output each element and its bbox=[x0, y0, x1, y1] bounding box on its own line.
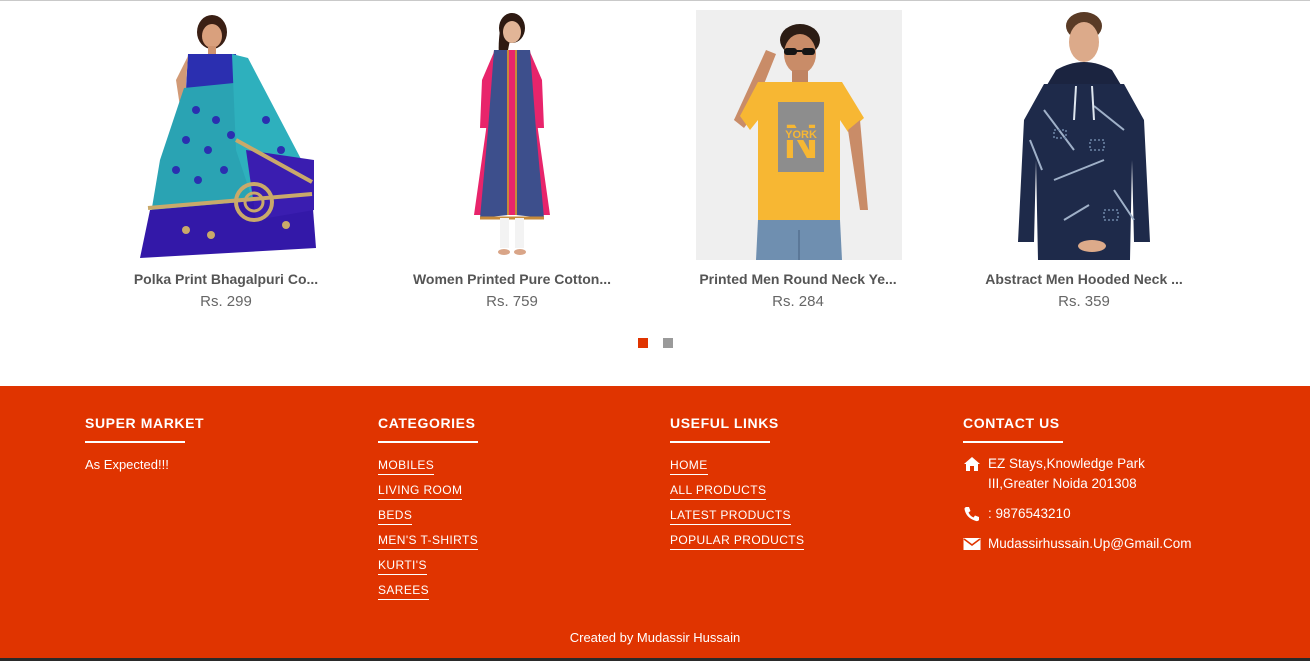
product-card[interactable]: Women Printed Pure Cotton... Rs. 759 bbox=[369, 0, 655, 320]
category-link-beds[interactable]: BEDS bbox=[378, 507, 413, 525]
category-link-mobiles[interactable]: MOBILES bbox=[378, 457, 435, 475]
address-line-1: EZ Stays,Knowledge Park bbox=[988, 456, 1145, 471]
phone-number[interactable]: : 9876543210 bbox=[988, 504, 1263, 524]
category-link-living-room[interactable]: LIVING ROOM bbox=[378, 482, 463, 500]
category-link-mens-tshirts[interactable]: MEN'S T-SHIRTS bbox=[378, 532, 479, 550]
product-card[interactable]: Polka Print Bhagalpuri Co... Rs. 299 bbox=[83, 0, 369, 320]
contact-address: EZ Stays,Knowledge Park III,Greater Noid… bbox=[963, 454, 1263, 494]
footer-contact-column: CONTACT US EZ Stays,Knowledge Park III,G… bbox=[963, 414, 1263, 554]
yellow-tshirt-image[interactable]: N YORK bbox=[696, 10, 902, 260]
link-latest-products[interactable]: LATEST PRODUCTS bbox=[670, 507, 791, 525]
product-carousel: Polka Print Bhagalpuri Co... Rs. 299 Wom… bbox=[0, 0, 1310, 386]
carousel-dot-active[interactable] bbox=[638, 338, 648, 348]
carousel-dot[interactable] bbox=[663, 338, 673, 348]
footer-contact-title: CONTACT US bbox=[963, 415, 1060, 431]
product-price: Rs. 759 bbox=[486, 293, 538, 310]
product-price: Rs. 284 bbox=[772, 293, 824, 310]
hooded-tshirt-image[interactable] bbox=[994, 10, 1174, 260]
footer-categories-column: CATEGORIES MOBILES LIVING ROOM BEDS MEN'… bbox=[378, 414, 658, 606]
product-name[interactable]: Abstract Men Hooded Neck ... bbox=[941, 270, 1227, 288]
footer-useful-links-column: USEFUL LINKS HOME ALL PRODUCTS LATEST PR… bbox=[670, 414, 950, 556]
svg-text:N: N bbox=[784, 116, 819, 169]
envelope-icon bbox=[963, 538, 981, 550]
contact-email: Mudassirhussain.Up@Gmail.Com bbox=[963, 534, 1263, 554]
footer-useful-links-title: USEFUL LINKS bbox=[670, 415, 779, 431]
category-link-kurtis[interactable]: KURTI'S bbox=[378, 557, 427, 575]
footer-brand-title: SUPER MARKET bbox=[85, 415, 205, 431]
heading-underline bbox=[670, 441, 770, 443]
carousel-pagination bbox=[638, 335, 688, 348]
page: Polka Print Bhagalpuri Co... Rs. 299 Wom… bbox=[0, 0, 1310, 661]
category-link-sarees[interactable]: SAREES bbox=[378, 582, 430, 600]
phone-icon bbox=[964, 507, 979, 522]
link-home[interactable]: HOME bbox=[670, 457, 708, 475]
link-all-products[interactable]: ALL PRODUCTS bbox=[670, 482, 767, 500]
footer-categories-title: CATEGORIES bbox=[378, 415, 476, 431]
footer-tagline: As Expected!!! bbox=[85, 457, 169, 472]
product-name[interactable]: Printed Men Round Neck Ye... bbox=[655, 270, 941, 288]
home-icon bbox=[964, 457, 980, 471]
link-popular-products[interactable]: POPULAR PRODUCTS bbox=[670, 532, 805, 550]
footer-credit: Created by Mudassir Hussain bbox=[569, 630, 741, 645]
useful-links-list: HOME ALL PRODUCTS LATEST PRODUCTS POPULA… bbox=[670, 456, 950, 556]
categories-list: MOBILES LIVING ROOM BEDS MEN'S T-SHIRTS … bbox=[378, 456, 658, 606]
address-line-2: III,Greater Noida 201308 bbox=[988, 476, 1137, 491]
footer-brand-column: SUPER MARKET As Expected!!! bbox=[85, 414, 365, 473]
contact-phone: : 9876543210 bbox=[963, 504, 1263, 524]
heading-underline bbox=[85, 441, 185, 443]
tshirt-print-text: YORK bbox=[785, 129, 817, 141]
heading-underline bbox=[963, 441, 1063, 443]
heading-underline bbox=[378, 441, 478, 443]
product-price: Rs. 299 bbox=[200, 293, 252, 310]
product-card[interactable]: Abstract Men Hooded Neck ... Rs. 359 bbox=[941, 0, 1227, 320]
email-address[interactable]: Mudassirhussain.Up@Gmail.Com bbox=[988, 534, 1263, 554]
product-card[interactable]: N YORK Printed Men Round Neck Ye... Rs. … bbox=[655, 0, 941, 320]
footer: SUPER MARKET As Expected!!! CATEGORIES M… bbox=[0, 386, 1310, 661]
product-price: Rs. 359 bbox=[1058, 293, 1110, 310]
kurti-image[interactable] bbox=[422, 10, 602, 260]
product-name[interactable]: Polka Print Bhagalpuri Co... bbox=[83, 270, 369, 288]
product-name[interactable]: Women Printed Pure Cotton... bbox=[369, 270, 655, 288]
saree-image[interactable] bbox=[136, 10, 316, 260]
